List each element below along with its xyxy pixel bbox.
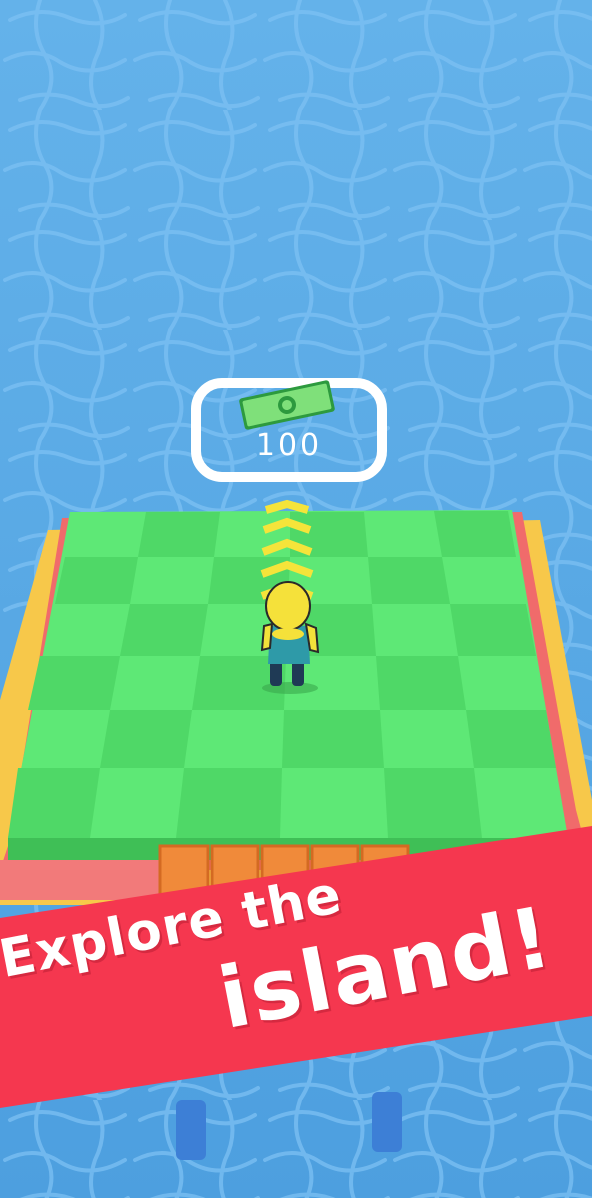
price-label: 100	[255, 428, 323, 463]
